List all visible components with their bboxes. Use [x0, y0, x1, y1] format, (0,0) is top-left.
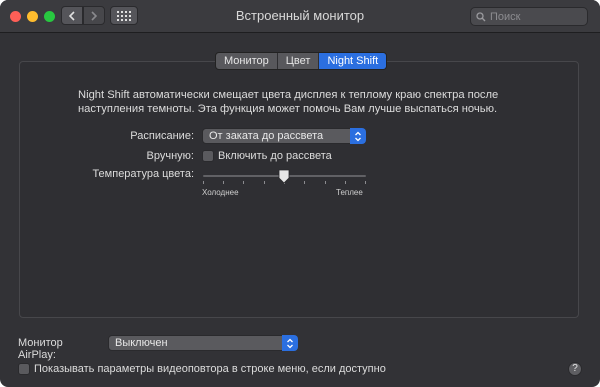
search-icon [476, 11, 486, 21]
tab-monitor[interactable]: Монитор [216, 53, 278, 69]
schedule-value: От заката до рассвета [209, 130, 324, 142]
search-placeholder: Поиск [490, 10, 521, 23]
manual-label: Вручную: [146, 150, 194, 162]
schedule-popup[interactable]: От заката до рассвета [202, 128, 366, 144]
search-field[interactable]: Поиск [470, 7, 588, 26]
preferences-window: Встроенный монитор Поиск Монитор Цвет Ni… [0, 0, 600, 387]
title-bar: Встроенный монитор Поиск [0, 0, 600, 33]
airplay-popup[interactable]: Выключен [108, 335, 298, 351]
airplay-value: Выключен [115, 337, 168, 349]
temperature-label: Температура цвета: [92, 168, 194, 180]
updown-chevron-icon [282, 335, 298, 351]
mirroring-checkbox-label[interactable]: Показывать параметры видеоповтора в стро… [34, 363, 386, 375]
segmented-tabs: Монитор Цвет Night Shift [215, 52, 388, 70]
tab-night-shift[interactable]: Night Shift [319, 53, 387, 69]
updown-chevron-icon [350, 128, 366, 144]
temperature-max-label: Теплее [336, 188, 363, 197]
help-button[interactable]: ? [568, 362, 582, 376]
night-shift-description: Night Shift автоматически смещает цвета … [78, 89, 499, 115]
schedule-label: Расписание: [130, 130, 194, 142]
manual-checkbox-label[interactable]: Включить до рассвета [218, 150, 332, 162]
temperature-slider-thumb[interactable] [278, 169, 290, 189]
temperature-min-label: Холоднее [202, 188, 239, 197]
airplay-label: Монитор AirPlay: [18, 337, 63, 361]
mirroring-checkbox[interactable] [18, 363, 30, 375]
tab-color[interactable]: Цвет [278, 53, 320, 69]
manual-checkbox[interactable] [202, 150, 214, 162]
